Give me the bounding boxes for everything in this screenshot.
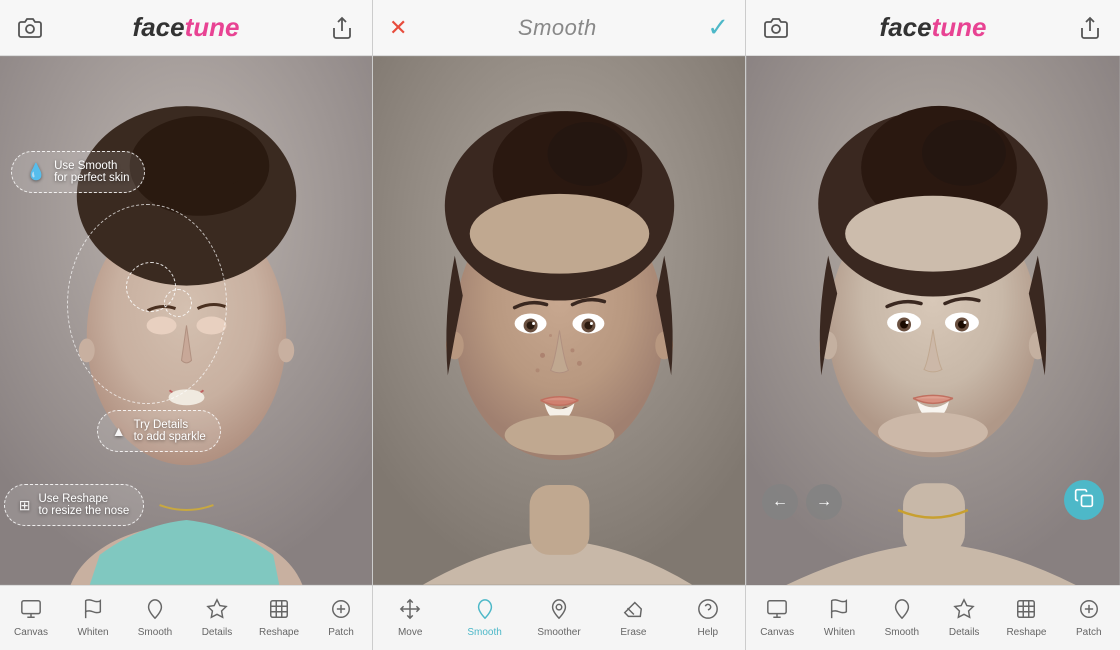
smoother-icon-middle <box>548 598 570 624</box>
tool-reshape-left[interactable]: Reshape <box>248 586 310 650</box>
tool-canvas-right[interactable]: Canvas <box>746 586 808 650</box>
tool-smoother-middle[interactable]: Smoother <box>522 586 596 650</box>
camera-icon-left[interactable] <box>16 14 44 42</box>
details-label-right: Details <box>949 627 980 638</box>
toolbar-left: Canvas Whiten Smooth <box>0 585 372 650</box>
toolbar-right: Canvas Whiten Smooth <box>746 585 1120 650</box>
erase-label-middle: Erase <box>620 627 646 638</box>
reshape-icon-right <box>1015 598 1037 624</box>
header-title-middle: Smooth <box>518 15 597 41</box>
smoother-label-middle: Smoother <box>537 627 580 638</box>
tool-smooth-middle[interactable]: Smooth <box>447 586 521 650</box>
header-middle: ✕ Smooth ✓ <box>373 0 745 56</box>
tool-reshape-right[interactable]: Reshape <box>995 586 1057 650</box>
image-area-middle <box>373 56 745 585</box>
tool-details-right[interactable]: Details <box>933 586 995 650</box>
toolbar-middle: Move Smooth Smoother <box>373 585 745 650</box>
logo-face-right: face <box>880 12 932 42</box>
tool-smooth-right[interactable]: Smooth <box>871 586 933 650</box>
move-label-middle: Move <box>398 627 422 638</box>
copy-button[interactable] <box>1064 480 1104 520</box>
canvas-label-left: Canvas <box>14 627 48 638</box>
tool-patch-left[interactable]: Patch <box>310 586 372 650</box>
patch-icon-left <box>330 598 352 624</box>
tool-whiten-left[interactable]: Whiten <box>62 586 124 650</box>
confirm-button[interactable]: ✓ <box>707 12 729 43</box>
logo-left: facetune <box>133 12 240 43</box>
forward-arrow-icon: → <box>816 493 832 511</box>
cancel-button[interactable]: ✕ <box>389 15 407 41</box>
back-arrow-icon: ← <box>772 493 788 511</box>
tool-smooth-left[interactable]: Smooth <box>124 586 186 650</box>
reshape-label-right: Reshape <box>1006 627 1046 638</box>
logo-right: facetune <box>880 12 987 43</box>
details-label-left: Details <box>202 627 233 638</box>
panel-right: facetune <box>746 0 1120 650</box>
share-icon-right[interactable] <box>1076 14 1104 42</box>
details-icon-right <box>953 598 975 624</box>
canvas-label-right: Canvas <box>760 627 794 638</box>
copy-icon <box>1074 488 1094 513</box>
smooth-icon-middle <box>474 598 496 624</box>
logo-face-left: face <box>133 12 185 42</box>
whiten-label-right: Whiten <box>824 627 855 638</box>
logo-tune-right: tune <box>932 12 987 42</box>
panel-middle: ✕ Smooth ✓ <box>373 0 746 650</box>
header-right: facetune <box>746 0 1120 56</box>
move-icon-middle <box>399 598 421 624</box>
smooth-label-right: Smooth <box>885 627 919 638</box>
reshape-icon-left <box>268 598 290 624</box>
help-label-middle: Help <box>698 627 719 638</box>
patch-label-left: Patch <box>328 627 354 638</box>
reshape-label-left: Reshape <box>259 627 299 638</box>
camera-icon-right[interactable] <box>762 14 790 42</box>
tool-details-left[interactable]: Details <box>186 586 248 650</box>
share-icon-left[interactable] <box>328 14 356 42</box>
whiten-icon-right <box>828 598 850 624</box>
smooth-label-left: Smooth <box>138 627 172 638</box>
smooth-icon-right <box>891 598 913 624</box>
panel-left: facetune <box>0 0 373 650</box>
erase-icon-middle <box>622 598 644 624</box>
tool-canvas-left[interactable]: Canvas <box>0 586 62 650</box>
forward-button[interactable]: → <box>806 484 842 520</box>
whiten-icon-left <box>82 598 104 624</box>
canvas-icon-left <box>20 598 42 624</box>
help-icon-middle <box>697 598 719 624</box>
patch-icon-right <box>1078 598 1100 624</box>
image-area-left: 💧 Use Smoothfor perfect skin ▲ Try Detai… <box>0 56 372 585</box>
tool-erase-middle[interactable]: Erase <box>596 586 670 650</box>
smooth-icon-left <box>144 598 166 624</box>
tool-move-middle[interactable]: Move <box>373 586 447 650</box>
whiten-label-left: Whiten <box>77 627 108 638</box>
patch-label-right: Patch <box>1076 627 1102 638</box>
canvas-icon-right <box>766 598 788 624</box>
tool-whiten-right[interactable]: Whiten <box>808 586 870 650</box>
logo-tune-left: tune <box>185 12 240 42</box>
tool-help-middle[interactable]: Help <box>671 586 745 650</box>
header-left: facetune <box>0 0 372 56</box>
details-icon-left <box>206 598 228 624</box>
smooth-label-middle: Smooth <box>467 627 501 638</box>
tool-patch-right[interactable]: Patch <box>1058 586 1120 650</box>
back-button[interactable]: ← <box>762 484 798 520</box>
image-area-right: ← → <box>746 56 1120 585</box>
